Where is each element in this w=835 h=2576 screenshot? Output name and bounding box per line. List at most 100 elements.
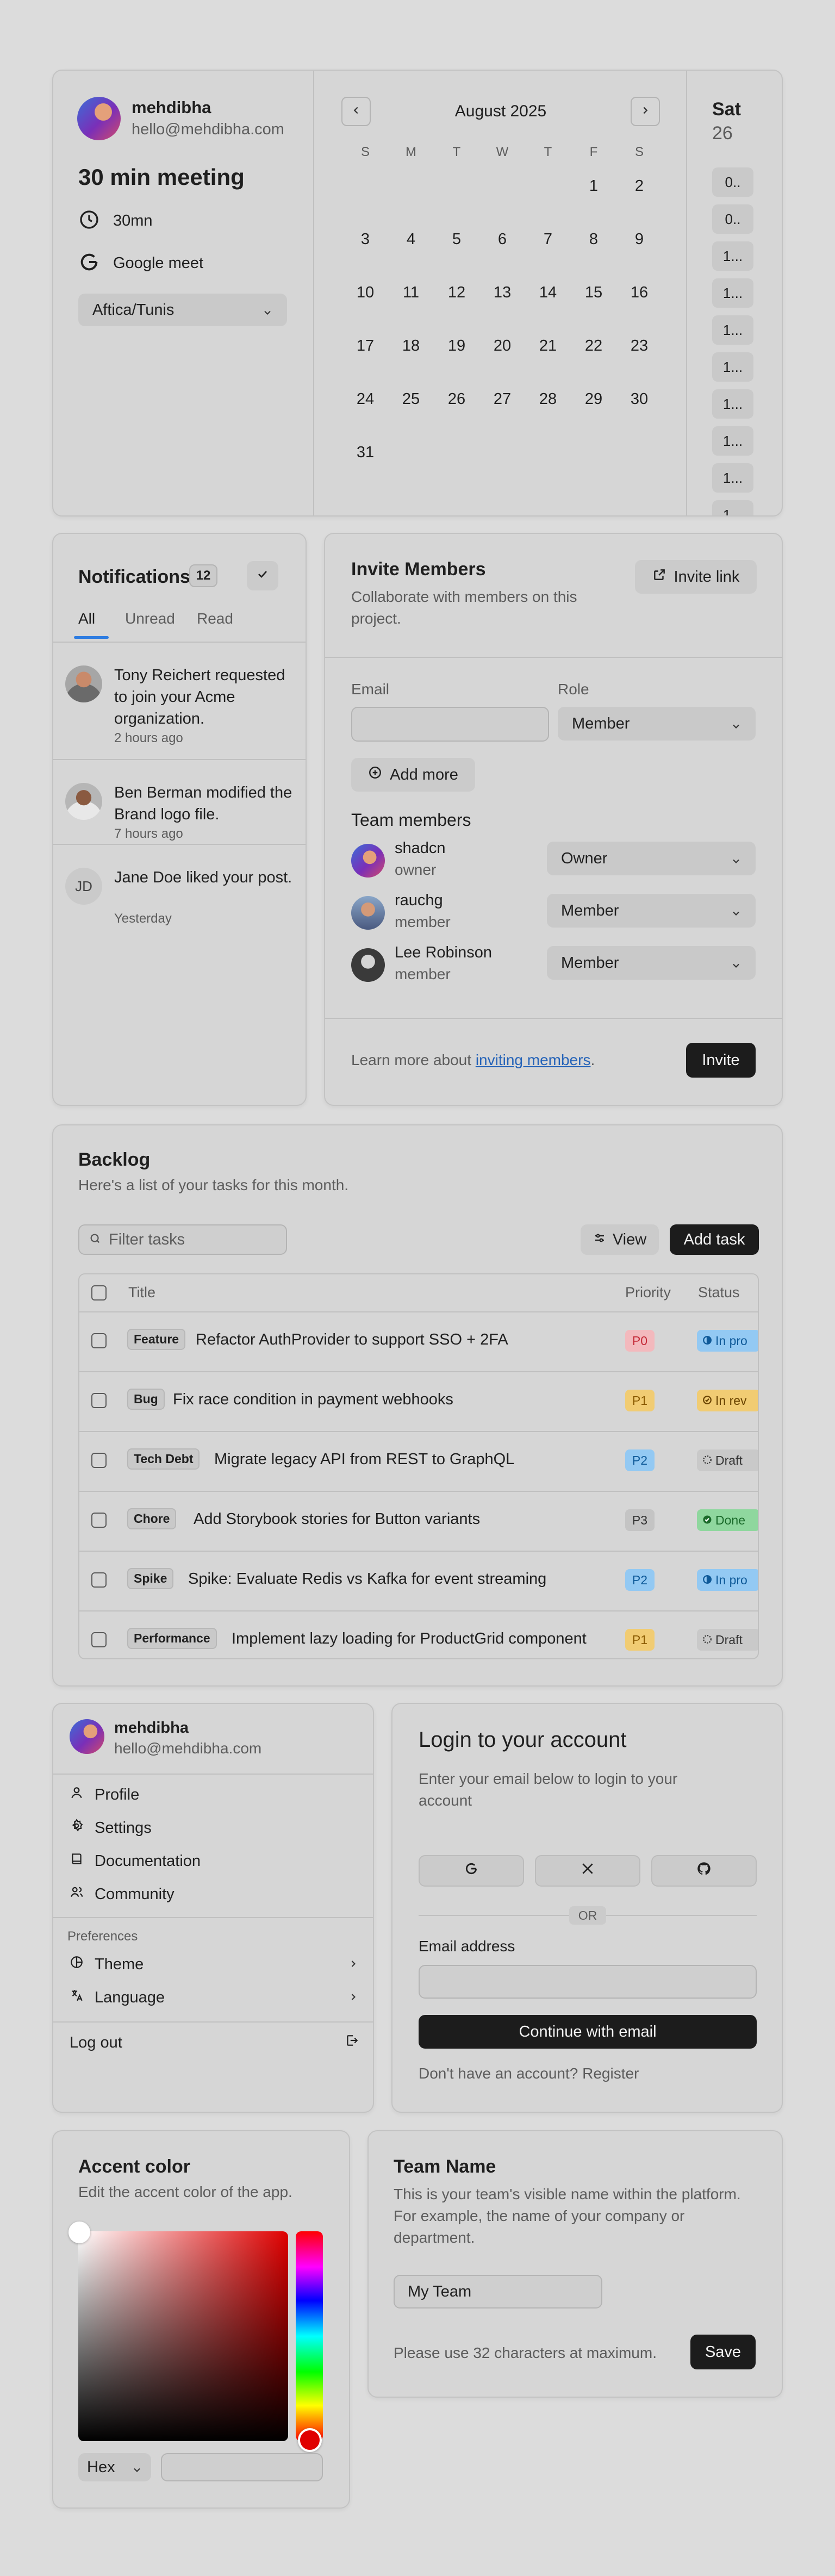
- row-checkbox[interactable]: [91, 1393, 107, 1408]
- hue-slider[interactable]: [296, 2231, 323, 2441]
- save-button[interactable]: Save: [690, 2335, 756, 2369]
- time-slot-button[interactable]: 0..: [712, 167, 753, 197]
- time-slot-button[interactable]: 0..: [712, 204, 753, 234]
- menu-item-community[interactable]: Community: [70, 1885, 175, 1903]
- calendar-day[interactable]: 31: [344, 444, 387, 462]
- member-role-select[interactable]: Member: [547, 946, 756, 980]
- filter-tasks-input[interactable]: Filter tasks: [78, 1224, 287, 1255]
- row-checkbox[interactable]: [91, 1632, 107, 1647]
- table-row[interactable]: Chore Add Storybook stories for Button va…: [79, 1492, 758, 1552]
- add-more-button[interactable]: Add more: [351, 758, 475, 792]
- time-slot-button[interactable]: 1...: [712, 241, 753, 271]
- calendar-day[interactable]: 9: [618, 231, 661, 248]
- tab-all[interactable]: All: [78, 610, 95, 627]
- add-task-button[interactable]: Add task: [670, 1224, 759, 1255]
- menu-item-theme[interactable]: Theme: [70, 1955, 359, 1974]
- calendar-day[interactable]: 21: [526, 337, 570, 355]
- continue-with-email-button[interactable]: Continue with email: [419, 2015, 757, 2049]
- email-address-input[interactable]: [419, 1965, 757, 1999]
- row-checkbox[interactable]: [91, 1453, 107, 1468]
- row-checkbox[interactable]: [91, 1333, 107, 1348]
- calendar-day[interactable]: 12: [435, 284, 478, 302]
- calendar-day[interactable]: 30: [618, 390, 661, 408]
- table-row[interactable]: Bug Fix race condition in payment webhook…: [79, 1372, 758, 1432]
- select-all-checkbox[interactable]: [91, 1285, 107, 1301]
- tab-read[interactable]: Read: [197, 610, 233, 627]
- calendar-day[interactable]: 23: [618, 337, 661, 355]
- menu-item-language[interactable]: Language: [70, 1988, 359, 2007]
- calendar-day[interactable]: 20: [481, 337, 524, 355]
- priority-badge: P3: [625, 1509, 655, 1531]
- x-login-button[interactable]: [535, 1855, 640, 1887]
- calendar-day[interactable]: 5: [435, 231, 478, 248]
- prev-month-button[interactable]: [341, 97, 371, 126]
- invite-link-button[interactable]: Invite link: [635, 560, 757, 594]
- menu-item-documentation[interactable]: Documentation: [70, 1852, 201, 1870]
- notification-item[interactable]: JD Jane Doe liked your post. Yesterday: [53, 845, 306, 932]
- calendar-day[interactable]: 22: [572, 337, 615, 355]
- time-slot-button[interactable]: 1...: [712, 315, 753, 345]
- mark-all-read-button[interactable]: [247, 561, 278, 590]
- calendar-day[interactable]: 29: [572, 390, 615, 408]
- register-link[interactable]: Don't have an account? Register: [419, 2065, 639, 2082]
- color-format-select[interactable]: Hex: [78, 2453, 151, 2481]
- invite-button[interactable]: Invite: [686, 1043, 756, 1078]
- calendar-day[interactable]: 4: [389, 231, 433, 248]
- calendar-day[interactable]: 19: [435, 337, 478, 355]
- user-name: mehdibha: [132, 98, 211, 117]
- member-role-select[interactable]: Member: [547, 894, 756, 928]
- calendar-day[interactable]: 6: [481, 231, 524, 248]
- calendar-day[interactable]: 28: [526, 390, 570, 408]
- tab-unread[interactable]: Unread: [125, 610, 175, 627]
- time-slot-button[interactable]: 1...: [712, 278, 753, 308]
- inviting-members-link[interactable]: inviting members: [476, 1051, 591, 1068]
- time-slot-button[interactable]: 1...: [712, 500, 753, 515]
- calendar-day[interactable]: 2: [618, 177, 661, 195]
- member-name: shadcn: [395, 839, 446, 857]
- calendar-day[interactable]: 1: [572, 177, 615, 195]
- calendar-day[interactable]: 25: [389, 390, 433, 408]
- view-options-button[interactable]: View: [581, 1224, 659, 1255]
- member-role-select[interactable]: Owner: [547, 842, 756, 875]
- calendar-day[interactable]: 11: [389, 284, 433, 302]
- calendar-day[interactable]: 16: [618, 284, 661, 302]
- calendar-day[interactable]: 26: [435, 390, 478, 408]
- hex-value-input[interactable]: [161, 2453, 323, 2481]
- notification-item[interactable]: Tony Reichert requested to join your Acm…: [53, 643, 306, 760]
- calendar-day[interactable]: 14: [526, 284, 570, 302]
- menu-item-profile[interactable]: Profile: [70, 1785, 139, 1804]
- table-row[interactable]: Performance Implement lazy loading for Pr…: [79, 1611, 758, 1658]
- time-slot-button[interactable]: 1...: [712, 426, 753, 456]
- table-row[interactable]: Spike Spike: Evaluate Redis vs Kafka for …: [79, 1552, 758, 1611]
- notification-item[interactable]: Ben Berman modified the Brand logo file.…: [53, 760, 306, 845]
- table-row[interactable]: Tech Debt Migrate legacy API from REST to…: [79, 1432, 758, 1492]
- calendar-day[interactable]: 27: [481, 390, 524, 408]
- calendar-day[interactable]: 18: [389, 337, 433, 355]
- calendar-day[interactable]: 3: [344, 231, 387, 248]
- team-name-input[interactable]: My Team: [394, 2275, 602, 2309]
- timezone-select[interactable]: Aftica/Tunis: [78, 294, 287, 326]
- time-slot-button[interactable]: 1...: [712, 389, 753, 419]
- menu-item-settings[interactable]: Settings: [70, 1819, 152, 1837]
- calendar-day[interactable]: 17: [344, 337, 387, 355]
- role-select[interactable]: Member: [558, 707, 756, 741]
- github-login-button[interactable]: [651, 1855, 757, 1887]
- calendar-day[interactable]: 13: [481, 284, 524, 302]
- row-checkbox[interactable]: [91, 1572, 107, 1588]
- calendar-day[interactable]: 8: [572, 231, 615, 248]
- calendar-day[interactable]: 15: [572, 284, 615, 302]
- time-slot-button[interactable]: 1...: [712, 352, 753, 382]
- calendar-day[interactable]: 7: [526, 231, 570, 248]
- next-month-button[interactable]: [631, 97, 660, 126]
- hue-handle[interactable]: [298, 2428, 322, 2452]
- saturation-area[interactable]: [78, 2231, 288, 2441]
- calendar-day[interactable]: 10: [344, 284, 387, 302]
- calendar-day[interactable]: 24: [344, 390, 387, 408]
- saturation-handle[interactable]: [68, 2222, 90, 2243]
- table-row[interactable]: Feature Refactor AuthProvider to support …: [79, 1312, 758, 1372]
- logout-button[interactable]: Log out: [70, 2033, 359, 2052]
- row-checkbox[interactable]: [91, 1513, 107, 1528]
- time-slot-button[interactable]: 1...: [712, 463, 753, 493]
- google-login-button[interactable]: [419, 1855, 524, 1887]
- email-input[interactable]: [351, 707, 549, 742]
